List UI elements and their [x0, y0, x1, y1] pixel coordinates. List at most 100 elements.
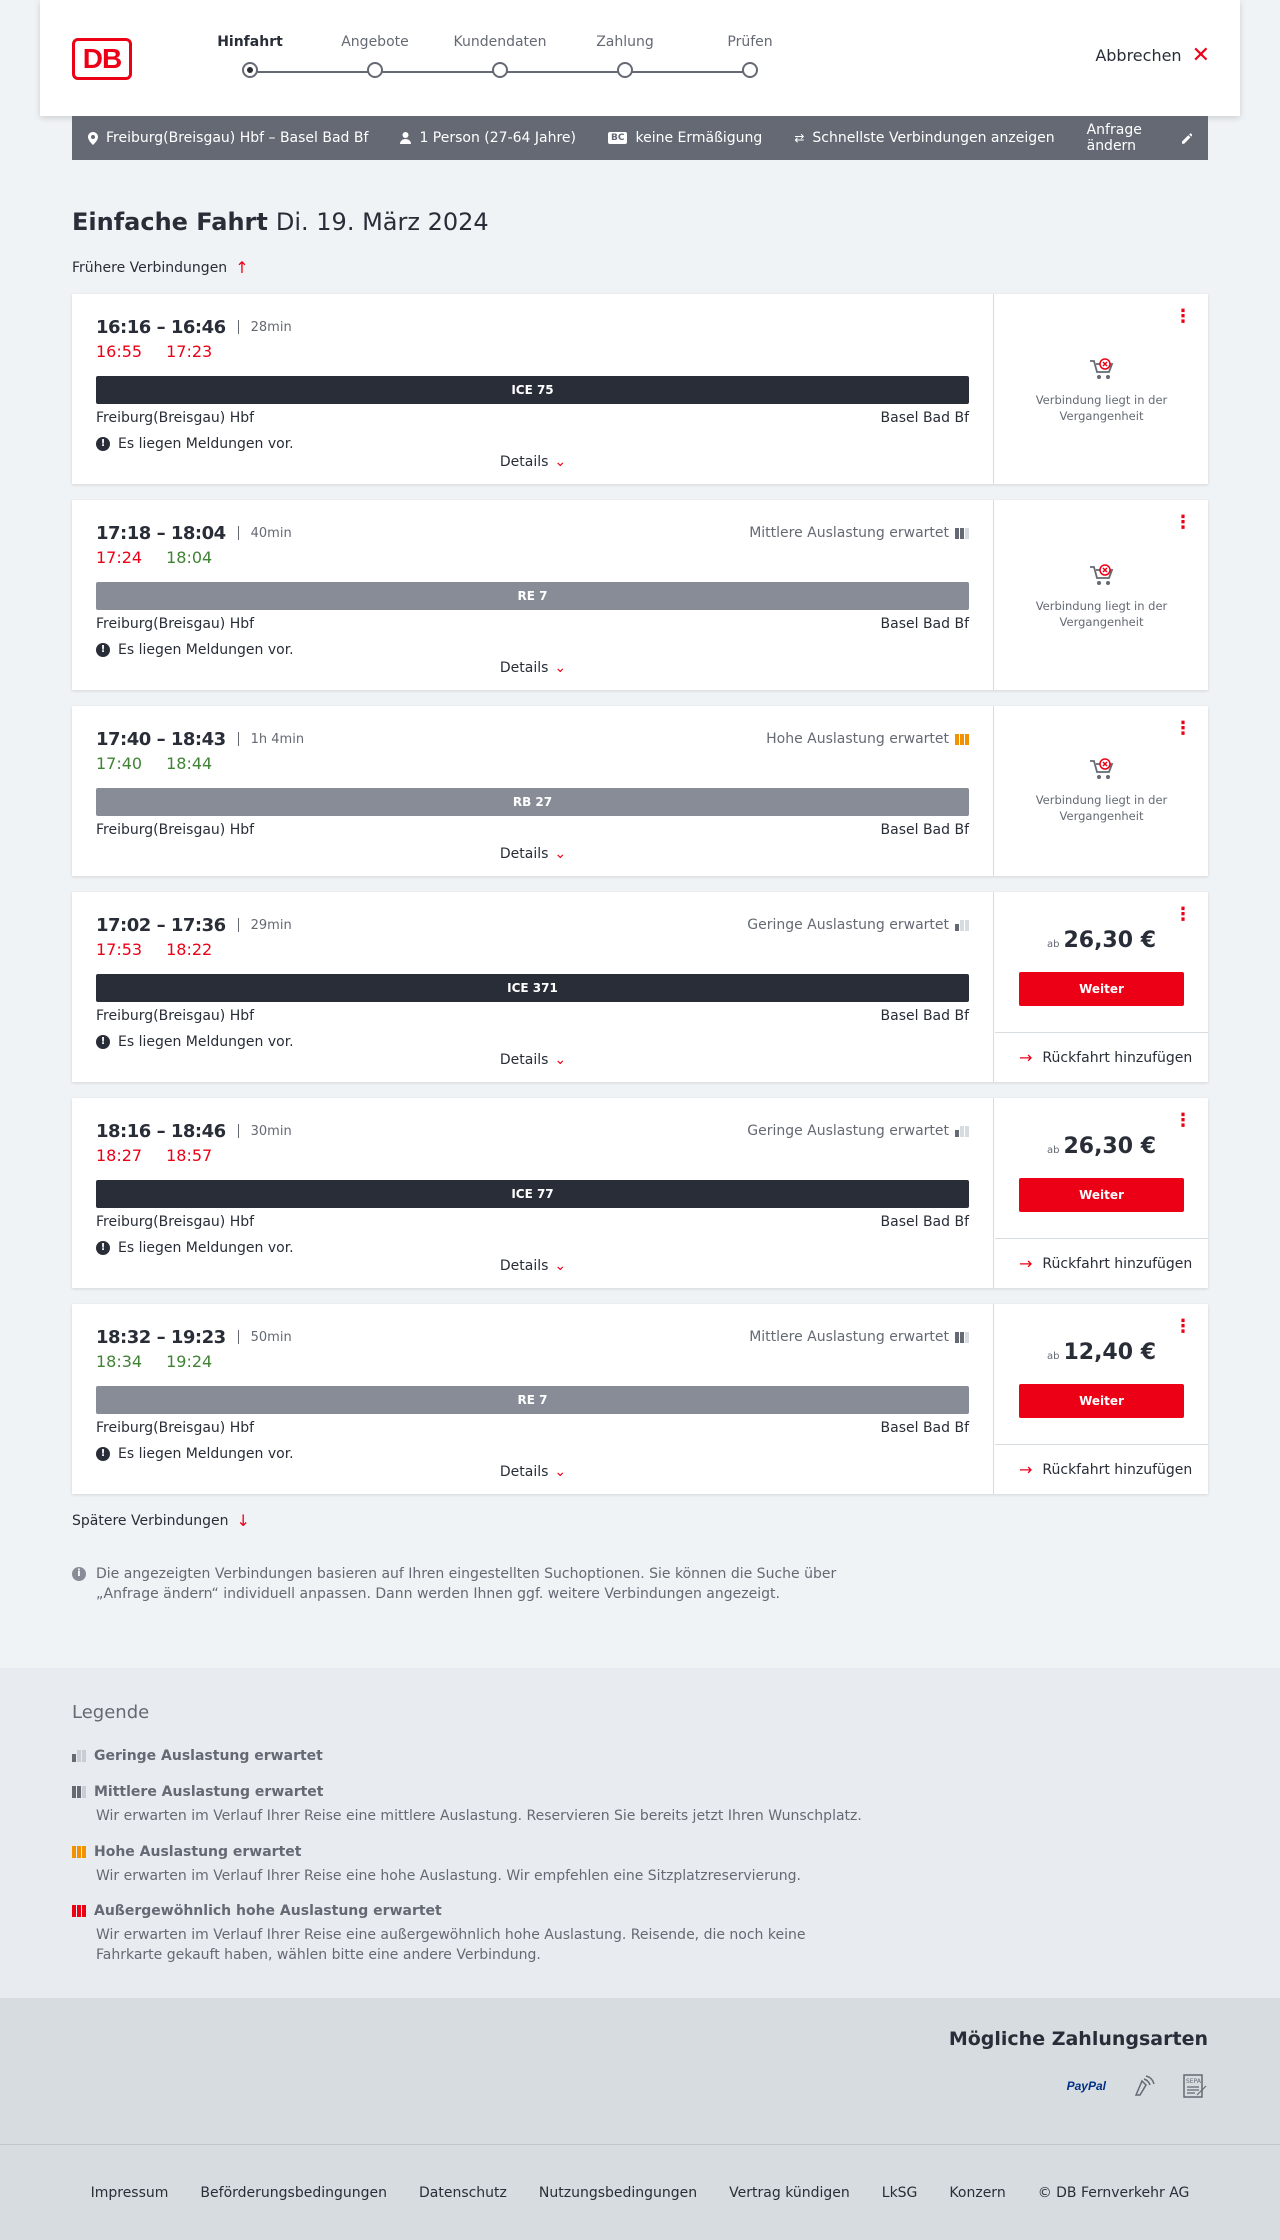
- footer-link-befoerderungsbedingungen[interactable]: Beförderungsbedingungen: [200, 2185, 387, 2201]
- more-options-icon[interactable]: ⋮: [1174, 1318, 1192, 1336]
- offer-panel: ⋮ ab 26,30 € Weiter → Rückfahrt hinzufüge…: [995, 892, 1208, 1082]
- chevron-down-icon: ⌄: [554, 660, 567, 676]
- footer-link-lksg[interactable]: LkSG: [882, 2185, 918, 2201]
- more-options-icon[interactable]: ⋮: [1174, 906, 1192, 924]
- connection-card: 16:16 – 16:46 28min 16:55 17:23 ICE 75 F…: [72, 294, 1208, 484]
- step-zahlung: Zahlung: [575, 34, 675, 78]
- add-return-label: Rückfahrt hinzufügen: [1042, 1255, 1193, 1272]
- footer-link-vertrag-kuendigen[interactable]: Vertrag kündigen: [729, 2185, 850, 2201]
- notice-text: Es liegen Meldungen vor.: [118, 1446, 294, 1462]
- location-pin-icon: [88, 131, 98, 145]
- step-pruefen: Prüfen: [700, 34, 800, 78]
- legend-item: Außergewöhnlich hohe Auslastung erwartet…: [72, 1903, 872, 1965]
- details-label: Details: [499, 660, 549, 676]
- divider: [237, 732, 239, 746]
- legend-item-title: Außergewöhnlich hohe Auslastung erwartet: [94, 1903, 442, 1919]
- trip-type: Einfache Fahrt: [72, 208, 268, 236]
- notice: ! Es liegen Meldungen vor.: [96, 1444, 969, 1464]
- db-logo[interactable]: DB: [72, 38, 132, 80]
- arrow-right-icon: →: [1019, 1254, 1033, 1273]
- price-amount: 26,30 €: [1063, 928, 1157, 953]
- chevron-down-icon: ⌄: [554, 1464, 567, 1480]
- add-return-button[interactable]: → Rückfahrt hinzufügen: [995, 1238, 1208, 1288]
- footer-links: Impressum Beförderungsbedingungen Datens…: [0, 2185, 1280, 2201]
- legend-title: Legende: [72, 1702, 150, 1723]
- destination-station: Basel Bad Bf: [880, 1008, 969, 1024]
- past-notice: Verbindung liegt in der Vergangenheit: [995, 564, 1208, 630]
- step-kundendaten: Kundendaten: [450, 34, 550, 78]
- connection-main: 17:02 – 17:36 29min Geringe Auslastung e…: [72, 892, 994, 1082]
- details-toggle[interactable]: Details ⌄: [72, 1464, 994, 1480]
- footer-link-impressum[interactable]: Impressum: [91, 2185, 169, 2201]
- earlier-connections-button[interactable]: Frühere Verbindungen ↑: [72, 258, 249, 277]
- continue-button[interactable]: Weiter: [1019, 1178, 1184, 1212]
- connection-card: 17:40 – 18:43 1h 4min Hohe Auslastung er…: [72, 706, 1208, 876]
- route-summary: Freiburg(Breisgau) Hbf – Basel Bad Bf: [88, 130, 368, 146]
- divider: [237, 320, 239, 334]
- more-options-icon[interactable]: ⋮: [1174, 514, 1192, 532]
- duration: 50min: [250, 1329, 292, 1345]
- persons-summary: 1 Person (27-64 Jahre): [400, 130, 576, 146]
- later-label: Spätere Verbindungen: [72, 1512, 229, 1529]
- exclamation-icon: !: [96, 1447, 110, 1461]
- legend-item: Hohe Auslastung erwartet Wir erwarten im…: [72, 1844, 872, 1886]
- train-bar[interactable]: ICE 75: [96, 376, 969, 404]
- payment-methods: Mögliche Zahlungsarten PayPal SEPA: [0, 1998, 1280, 2144]
- add-return-button[interactable]: → Rückfahrt hinzufügen: [995, 1444, 1208, 1494]
- chevron-down-icon: ⌄: [554, 454, 567, 470]
- duration: 29min: [250, 917, 292, 933]
- occupancy-indicator: Mittlere Auslastung erwartet: [749, 525, 969, 541]
- occupancy-high-icon: [955, 733, 969, 745]
- duration: 40min: [250, 525, 292, 541]
- sepa-invoice-icon: SEPA: [1183, 2074, 1207, 2098]
- past-notice: Verbindung liegt in der Vergangenheit: [995, 758, 1208, 824]
- info-text: Die angezeigten Verbindungen basieren au…: [96, 1566, 837, 1602]
- footer-link-nutzungsbedingungen[interactable]: Nutzungsbedingungen: [539, 2185, 697, 2201]
- train-bar[interactable]: RB 27: [96, 788, 969, 816]
- continue-button[interactable]: Weiter: [1019, 1384, 1184, 1418]
- footer-link-konzern[interactable]: Konzern: [949, 2185, 1005, 2201]
- details-toggle[interactable]: Details ⌄: [72, 846, 994, 862]
- close-icon: ✕: [1191, 42, 1210, 68]
- cancel-button[interactable]: Abbrechen ✕: [1095, 42, 1210, 68]
- details-toggle[interactable]: Details ⌄: [72, 1052, 994, 1068]
- price-prefix: ab: [1046, 1351, 1060, 1362]
- paypal-logo: PayPal: [1066, 2079, 1106, 2093]
- price: ab 12,40 €: [995, 1340, 1208, 1365]
- origin-station: Freiburg(Breisgau) Hbf: [96, 616, 255, 632]
- legend: Legende Geringe Auslastung erwartet Mitt…: [0, 1668, 1280, 1998]
- discount-text: keine Ermäßigung: [635, 130, 763, 146]
- trip-date: Di. 19. März 2024: [275, 208, 489, 236]
- notice: ! Es liegen Meldungen vor.: [96, 1032, 969, 1052]
- past-text: Verbindung liegt in der Vergangenheit: [1035, 393, 1168, 423]
- exclamation-icon: !: [96, 1035, 110, 1049]
- details-toggle[interactable]: Details ⌄: [72, 454, 994, 470]
- add-return-button[interactable]: → Rückfahrt hinzufügen: [995, 1032, 1208, 1082]
- details-label: Details: [499, 454, 549, 470]
- train-bar[interactable]: RE 7: [96, 1386, 969, 1414]
- more-options-icon[interactable]: ⋮: [1174, 308, 1192, 326]
- details-toggle[interactable]: Details ⌄: [72, 1258, 994, 1274]
- connection-main: 18:16 – 18:46 30min Geringe Auslastung e…: [72, 1098, 994, 1288]
- later-connections-button[interactable]: Spätere Verbindungen ↓: [72, 1511, 250, 1530]
- footer: Impressum Beförderungsbedingungen Datens…: [0, 2144, 1280, 2240]
- more-options-icon[interactable]: ⋮: [1174, 720, 1192, 738]
- more-options-icon[interactable]: ⋮: [1174, 1112, 1192, 1130]
- step-hinfahrt[interactable]: Hinfahrt: [200, 34, 300, 78]
- edit-request-label: Anfrage ändern: [1086, 122, 1142, 154]
- train-bar[interactable]: ICE 371: [96, 974, 969, 1002]
- continue-button[interactable]: Weiter: [1019, 972, 1184, 1006]
- person-icon: [400, 132, 412, 144]
- realtime-arrival: 18:57: [166, 1146, 213, 1165]
- occupancy-medium-icon: [955, 1331, 969, 1343]
- occupancy-text: Hohe Auslastung erwartet: [766, 731, 949, 747]
- train-bar[interactable]: RE 7: [96, 582, 969, 610]
- train-bar[interactable]: ICE 77: [96, 1180, 969, 1208]
- details-toggle[interactable]: Details ⌄: [72, 660, 994, 676]
- origin-station: Freiburg(Breisgau) Hbf: [96, 822, 255, 838]
- legend-item-desc: Wir erwarten im Verlauf Ihrer Reise eine…: [96, 1927, 806, 1963]
- legend-item: Geringe Auslastung erwartet: [72, 1748, 872, 1764]
- footer-link-datenschutz[interactable]: Datenschutz: [419, 2185, 507, 2201]
- swap-arrows-icon: ⇄: [794, 131, 805, 145]
- edit-request-button[interactable]: Anfrage ändern: [1087, 122, 1192, 154]
